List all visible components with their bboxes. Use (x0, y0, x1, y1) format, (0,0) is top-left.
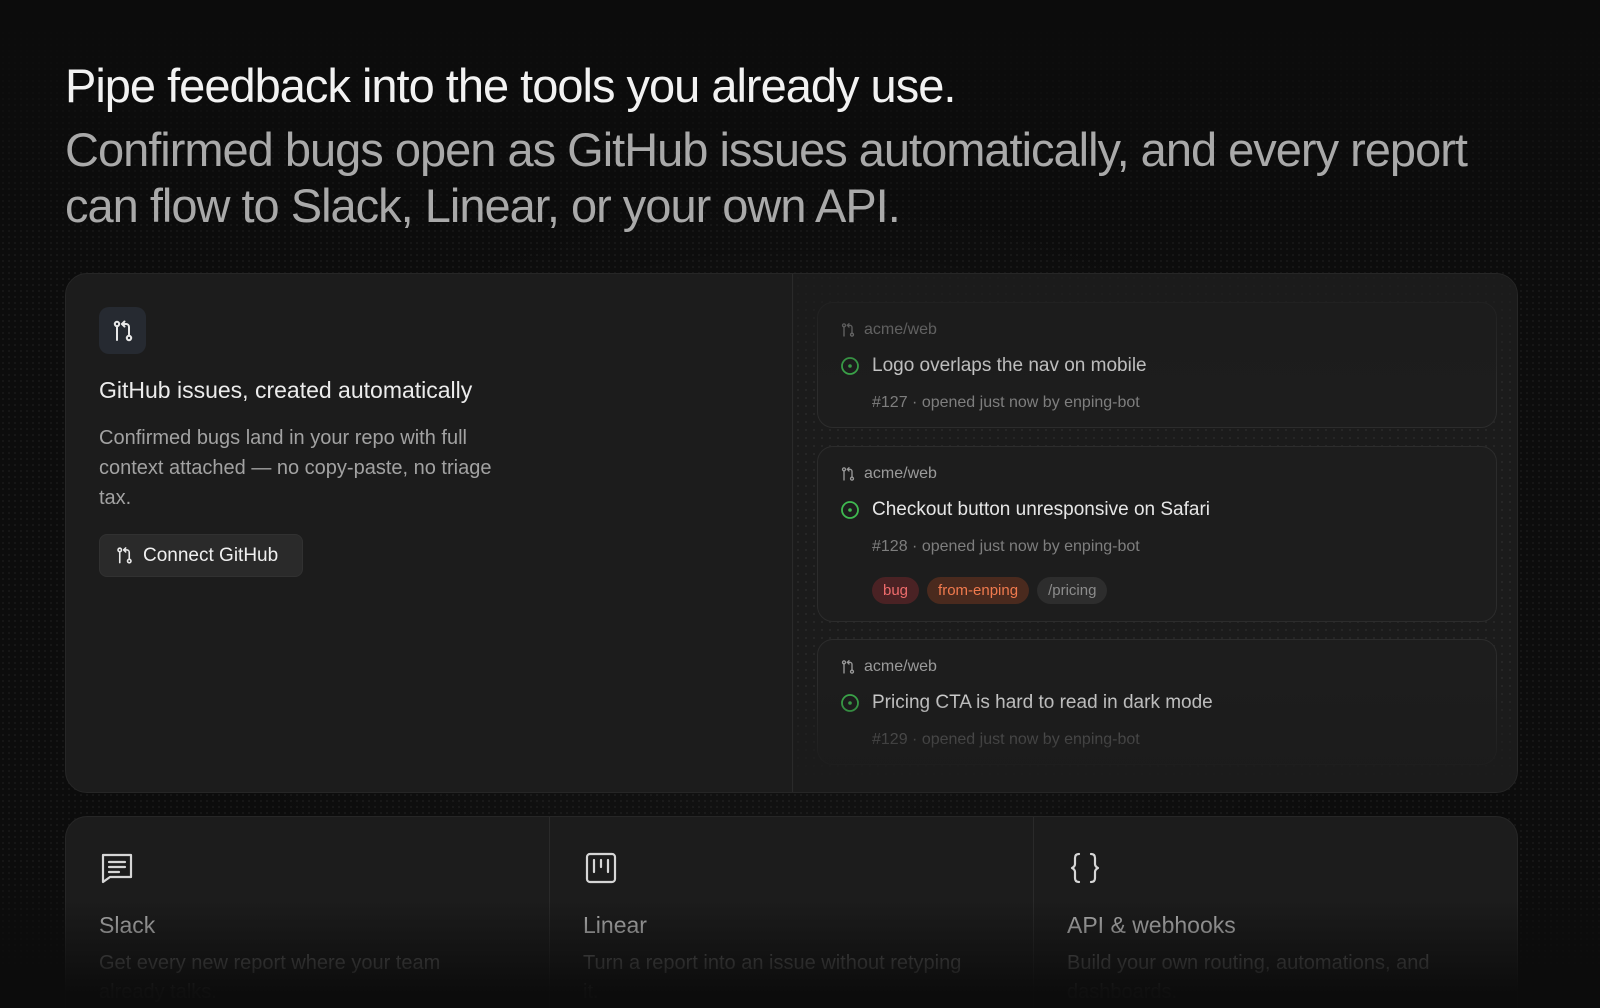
issue-open-icon (841, 694, 859, 712)
page-title: Pipe feedback into the tools you already… (65, 59, 956, 112)
integration-name: API & webhooks (1067, 912, 1236, 938)
connect-github-label: Connect GitHub (143, 544, 279, 566)
git-pull-request-icon (99, 307, 146, 354)
issue-meta: #129 · opened just now by enping-bot (872, 731, 1140, 748)
integration-description: Get every new report where your team alr… (99, 952, 441, 1003)
integration-description: Build your own routing, automations, and… (1067, 952, 1430, 1003)
issue-title-row: Logo overlaps the nav on mobile (840, 355, 1147, 377)
integration-api-webhooks[interactable]: API & webhooks Build your own routing, a… (1034, 817, 1517, 1008)
git-pull-request-icon (841, 323, 855, 337)
kanban-icon (583, 850, 619, 891)
issue-title: Logo overlaps the nav on mobile (872, 355, 1147, 376)
label-bug[interactable]: bug (872, 577, 920, 604)
integration-name: Linear (583, 912, 647, 938)
braces-icon (1067, 850, 1103, 891)
issue-meta: #128 · opened just now by enping-bot (872, 538, 1140, 555)
issue-card[interactable]: acme/web Checkout button unresponsive on… (817, 446, 1497, 622)
issue-open-icon (841, 501, 859, 519)
git-pull-request-icon (841, 660, 855, 674)
issue-repo-name: acme/web (864, 465, 937, 482)
label-from-enping[interactable]: from-enping (927, 577, 1030, 604)
github-card-description: Confirmed bugs land in your repo with fu… (99, 427, 492, 509)
issue-repo-name: acme/web (864, 658, 937, 675)
issue-repo: acme/web (840, 658, 937, 676)
issue-meta: #127 · opened just now by enping-bot (872, 394, 1140, 411)
integrations-grid: Slack Get every new report where your te… (65, 816, 1518, 1008)
integration-linear[interactable]: Linear Turn a report into an issue witho… (550, 817, 1034, 1008)
label-page-path[interactable]: /pricing (1037, 577, 1108, 604)
issue-repo: acme/web (840, 465, 937, 483)
chat-icon (99, 850, 135, 891)
integration-slack[interactable]: Slack Get every new report where your te… (66, 817, 550, 1008)
integration-description: Turn a report into an issue without rety… (583, 952, 962, 1003)
github-card-title: GitHub issues, created automatically (99, 377, 473, 403)
issue-repo: acme/web (840, 321, 937, 339)
issue-open-icon (841, 357, 859, 375)
issue-card[interactable]: acme/web Logo overlaps the nav on mobile… (817, 302, 1497, 428)
github-integration-card: GitHub issues, created automatically Con… (65, 273, 1518, 793)
integration-name: Slack (99, 912, 156, 938)
issue-labels: bug from-enping /pricing (872, 577, 1108, 604)
connect-github-button[interactable]: Connect GitHub (99, 534, 303, 577)
issue-card[interactable]: acme/web Pricing CTA is hard to read in … (817, 639, 1497, 765)
github-card-info: GitHub issues, created automatically Con… (66, 274, 793, 792)
issue-title-row: Checkout button unresponsive on Safari (840, 499, 1210, 521)
issue-title-row: Pricing CTA is hard to read in dark mode (840, 692, 1213, 714)
git-pull-request-icon (841, 467, 855, 481)
issue-repo-name: acme/web (864, 321, 937, 338)
issue-feed: acme/web Logo overlaps the nav on mobile… (794, 274, 1517, 792)
git-pull-request-icon (117, 547, 132, 564)
issue-title: Pricing CTA is hard to read in dark mode (872, 692, 1213, 713)
headline: Pipe feedback into the tools you already… (65, 58, 1525, 234)
page-subtitle: Confirmed bugs open as GitHub issues aut… (65, 123, 1468, 232)
issue-title: Checkout button unresponsive on Safari (872, 499, 1210, 520)
